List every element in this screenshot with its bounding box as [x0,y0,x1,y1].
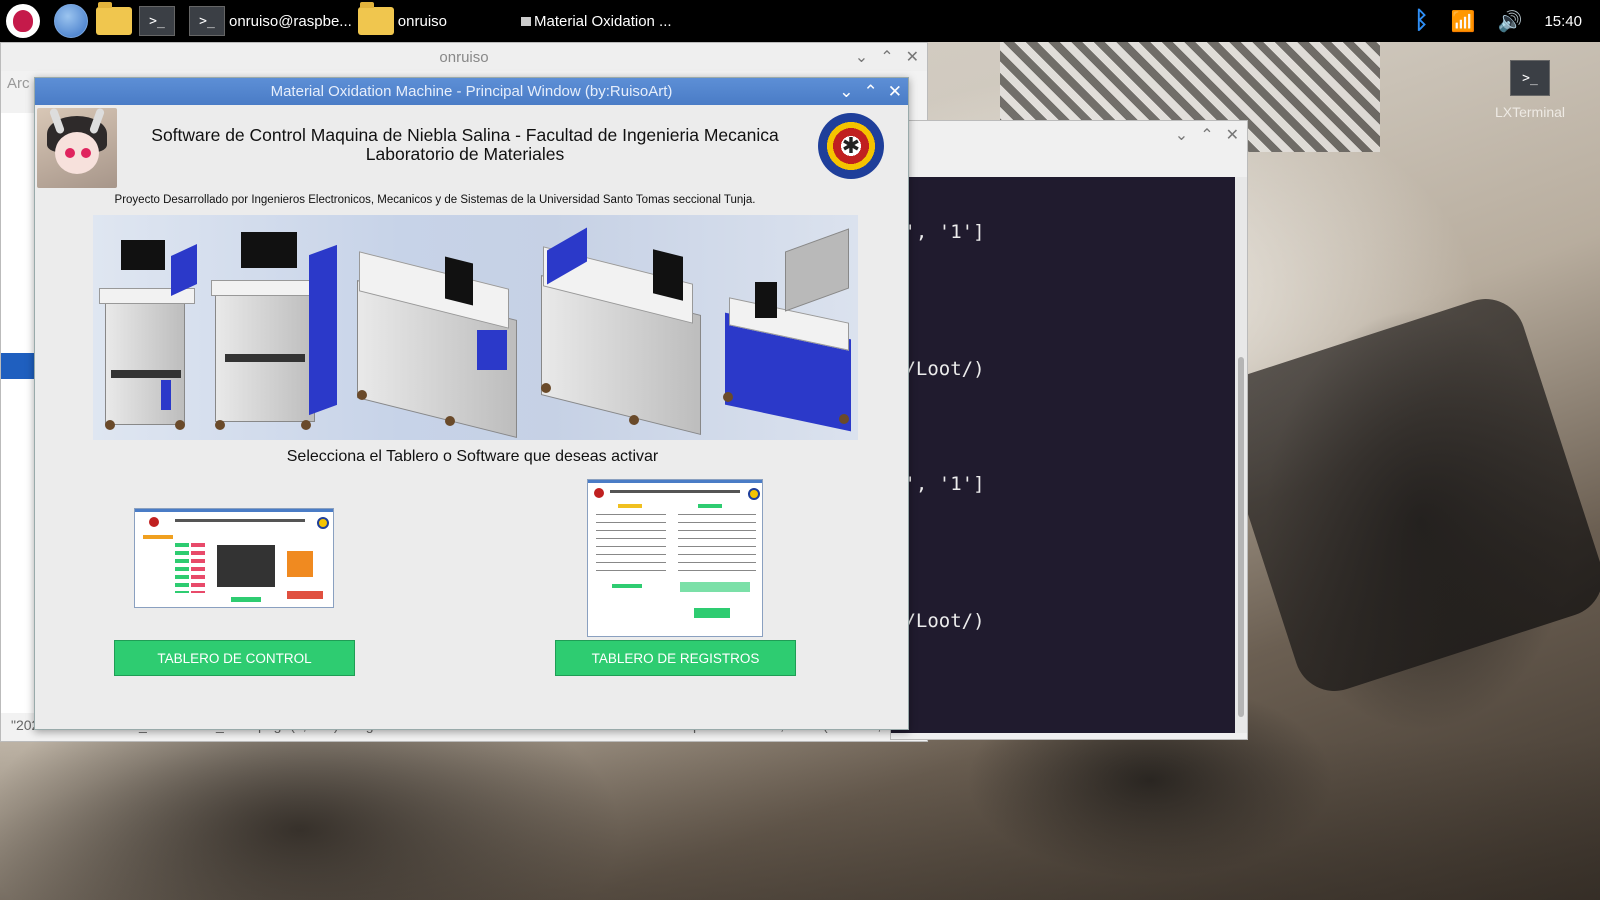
maximize-icon[interactable]: ⌃ [864,82,878,102]
machine-render [349,230,529,438]
task-label: onruiso@raspbe... [229,12,352,30]
selection-prompt: Selecciona el Tablero o Software que des… [286,448,659,465]
machine-render [719,228,858,432]
minimize-icon[interactable]: ⌄ [839,82,853,102]
control-board-preview[interactable] [134,508,334,608]
sidebar-selected-item[interactable] [1,353,37,379]
app-main-window[interactable]: Material Oxidation Machine - Principal W… [34,77,909,730]
task-label: Material Oxidation ... [534,12,672,30]
task-file-manager[interactable]: onruiso [357,1,447,41]
terminal-icon: >_ [189,6,225,36]
task-terminal[interactable]: >_ onruiso@raspbe... [189,1,352,41]
university-seal-logo [818,113,884,179]
machine-render [99,230,199,430]
file-manager-menu[interactable]: Arc [7,75,30,92]
desktop-icon-label: LXTerminal [1494,104,1566,120]
file-manager-sidebar[interactable] [1,113,37,713]
scrollbar-thumb[interactable] [1238,357,1244,717]
minimize-icon[interactable]: ⌄ [1175,125,1188,145]
bluetooth-icon[interactable]: ᛒ [1414,7,1428,35]
terminal-launcher[interactable]: >_ [137,1,177,41]
app-titlebar[interactable]: Material Oxidation Machine - Principal W… [35,78,908,105]
volume-icon[interactable]: 🔊 [1498,9,1523,34]
globe-icon [54,4,88,38]
app-window-title: Material Oxidation Machine - Principal W… [270,83,673,100]
task-label: onruiso [397,12,447,30]
heading-line-1: Software de Control Maquina de Niebla Sa… [151,125,779,145]
machine-render [211,220,341,430]
control-board-button[interactable]: TABLERO DE CONTROL [114,640,355,676]
terminal-icon: >_ [1510,60,1550,96]
terminal-output[interactable]: 1', '1'] p/Loot/) 9', '1'] p/Loot/) [891,177,1237,733]
records-board-preview[interactable] [587,479,763,637]
wifi-icon[interactable]: 📶 [1451,9,1476,34]
file-manager-title: onruiso [439,48,489,66]
desktop-icon-lxterminal[interactable]: >_ LXTerminal [1490,60,1570,120]
folder-icon [357,2,394,35]
file-manager-launcher[interactable] [94,1,134,41]
browser-launcher[interactable] [51,1,91,41]
close-icon[interactable]: ✕ [906,47,919,67]
task-material-oxidation[interactable]: Material Oxidation ... [521,1,672,41]
window-icon [521,16,531,26]
raspberry-icon [13,10,33,32]
heading-line-2: Laboratorio de Materiales [365,144,565,164]
terminal-window[interactable]: ⌄ ⌃ ✕ 1', '1'] p/Loot/) 9', '1'] p/Loot/… [890,120,1248,740]
project-credits: Proyecto Desarrollado por Ingenieros Ele… [114,194,756,206]
close-icon[interactable]: ✕ [888,82,902,102]
machine-renders-banner [93,215,858,440]
terminal-titlebar[interactable]: ⌄ ⌃ ✕ [891,121,1247,149]
terminal-icon: >_ [139,6,175,36]
raspberry-menu-button[interactable] [3,1,43,41]
maximize-icon[interactable]: ⌃ [880,47,893,67]
mascot-logo [37,108,117,188]
taskbar: >_ >_ onruiso@raspbe... onruiso Material… [0,0,1600,42]
app-heading: Software de Control Maquina de Niebla Sa… [115,126,815,164]
clock[interactable]: 15:40 [1544,13,1582,30]
file-manager-titlebar[interactable]: onruiso ⌄ ⌃ ✕ [1,43,927,71]
minimize-icon[interactable]: ⌄ [855,47,868,67]
records-board-button[interactable]: TABLERO DE REGISTROS [555,640,796,676]
system-tray: ᛒ 📶 🔊 15:40 [1414,0,1600,42]
machine-render [533,225,713,435]
folder-icon [96,2,132,35]
terminal-scrollbar[interactable] [1235,177,1247,733]
close-icon[interactable]: ✕ [1226,125,1239,145]
wallpaper-shade [0,740,1600,900]
maximize-icon[interactable]: ⌃ [1200,125,1213,145]
